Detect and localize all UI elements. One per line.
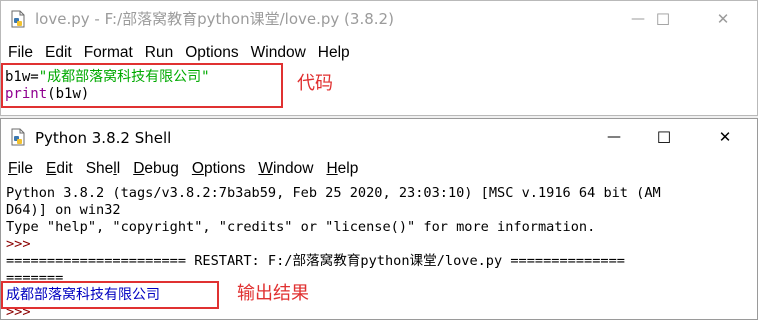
shell-menu-window[interactable]: Window — [258, 160, 313, 178]
shell-title: Python 3.8.2 Shell — [35, 129, 172, 147]
shell-menubar: File Edit Shell Debug Options Window Hel… — [1, 157, 757, 181]
shell-maximize-button[interactable]: ☐ — [641, 119, 687, 155]
close-button[interactable]: ✕ — [700, 1, 746, 37]
menu-run[interactable]: Run — [145, 44, 173, 62]
editor-window: love.py - F:/部落窝教育python课堂/love.py (3.8.… — [0, 0, 758, 116]
shell-close-button[interactable]: ✕ — [702, 119, 748, 155]
menu-edit[interactable]: Edit — [45, 44, 72, 62]
shell-menu-edit[interactable]: Edit — [46, 160, 73, 178]
output-annotation-label: 输出结果 — [237, 283, 309, 304]
code-annotation-box — [1, 63, 283, 108]
maximize-button[interactable]: ☐ — [640, 1, 686, 37]
shell-menu-options[interactable]: Options — [192, 160, 245, 178]
banner-line-2: D64)] on win32 — [6, 202, 121, 218]
editor-titlebar[interactable]: love.py - F:/部落窝教育python课堂/love.py (3.8.… — [1, 1, 757, 37]
editor-title: love.py - F:/部落窝教育python课堂/love.py (3.8.… — [35, 10, 394, 28]
shell-minimize-button[interactable]: — — [591, 119, 637, 155]
prompt: >>> — [6, 236, 31, 252]
menu-options[interactable]: Options — [185, 44, 238, 62]
minimize-icon: — — [607, 129, 621, 145]
maximize-icon: ☐ — [655, 9, 671, 29]
close-icon: ✕ — [718, 128, 732, 146]
restart-line: ====================== RESTART: F:/部落窝教育… — [6, 253, 625, 269]
shell-menu-shell[interactable]: Shell — [86, 160, 121, 178]
menu-help[interactable]: Help — [318, 44, 350, 62]
shell-titlebar[interactable]: Python 3.8.2 Shell — ☐ ✕ — [1, 119, 757, 155]
idle-file-icon — [11, 10, 25, 28]
banner-line-3: Type "help", "copyright", "credits" or "… — [6, 219, 596, 235]
editor-menubar: File Edit Format Run Options Window Help — [1, 41, 757, 65]
menu-window[interactable]: Window — [251, 44, 306, 62]
maximize-icon: ☐ — [656, 127, 672, 147]
shell-menu-debug[interactable]: Debug — [133, 160, 179, 178]
close-icon: ✕ — [716, 10, 730, 28]
output-annotation-box — [1, 281, 219, 309]
shell-window: Python 3.8.2 Shell — ☐ ✕ File Edit Shell… — [0, 118, 758, 320]
shell-menu-help[interactable]: Help — [326, 160, 358, 178]
shell-menu-file[interactable]: File — [8, 160, 33, 178]
code-annotation-label: 代码 — [297, 73, 333, 94]
menu-file[interactable]: File — [8, 44, 33, 62]
banner-line-1: Python 3.8.2 (tags/v3.8.2:7b3ab59, Feb 2… — [6, 185, 661, 201]
python-shell-icon — [11, 128, 25, 146]
menu-format[interactable]: Format — [84, 44, 133, 62]
